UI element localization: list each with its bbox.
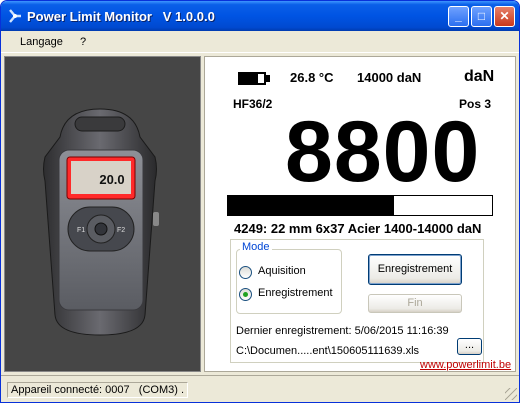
maximize-button[interactable]: □ <box>471 6 492 27</box>
load-progress-bar <box>227 195 493 216</box>
menu-bar: Langage ? <box>1 31 519 53</box>
capacity-readout: 14000 daN <box>357 70 422 85</box>
unit-label: daN <box>464 68 495 85</box>
mode-groupbox <box>236 249 342 314</box>
status-bar: Appareil connecté: 0007 (COM3) . <box>1 375 519 402</box>
svg-text:F1: F1 <box>77 227 85 234</box>
device-screen-value: 20.0 <box>99 172 124 187</box>
last-record-timestamp: Dernier enregistrement: 5/06/2015 11:16:… <box>236 325 449 337</box>
connection-status: Appareil connecté: 0007 (COM3) . <box>7 382 189 398</box>
menu-langage[interactable]: Langage <box>20 36 63 48</box>
close-button[interactable]: ✕ <box>494 6 515 27</box>
window-title: Power Limit Monitor V 1.0.0.0 <box>27 9 215 24</box>
svg-text:F2: F2 <box>117 227 125 234</box>
title-bar[interactable]: Power Limit Monitor V 1.0.0.0 _ □ ✕ <box>1 1 519 31</box>
radio-enregistrement-label[interactable]: Enregistrement <box>258 287 333 299</box>
radio-enregistrement[interactable] <box>239 288 252 301</box>
radio-aquisition-label[interactable]: Aquisition <box>258 265 306 277</box>
radio-aquisition[interactable] <box>239 266 252 279</box>
website-link[interactable]: www.powerlimit.be <box>420 359 511 371</box>
maximize-icon: □ <box>477 9 486 23</box>
browse-button[interactable]: ... <box>457 338 482 355</box>
device-image-panel: 20.0 F1 F2 <box>4 56 201 372</box>
menu-help[interactable]: ? <box>80 36 86 48</box>
force-value: 8800 <box>285 104 481 200</box>
app-window: Power Limit Monitor V 1.0.0.0 _ □ ✕ Lang… <box>0 0 520 403</box>
minimize-button[interactable]: _ <box>448 6 469 27</box>
minimize-icon: _ <box>455 9 462 23</box>
load-progress-fill <box>228 196 395 215</box>
close-icon: ✕ <box>499 9 510 23</box>
dynamometer-device-image: 20.0 F1 F2 <box>43 108 159 336</box>
mode-legend: Mode <box>240 241 272 253</box>
battery-level-fill <box>240 74 258 83</box>
resize-grip-icon[interactable] <box>505 388 517 400</box>
battery-tip <box>266 75 270 82</box>
record-file-path: C:\Documen.....ent\150605111639.xls <box>236 345 420 357</box>
radio-selected-dot <box>243 292 248 297</box>
sling-info: 4249: 22 mm 6x37 Acier 1400-14000 daN <box>234 221 482 236</box>
record-button[interactable]: Enregistrement <box>368 254 462 285</box>
temperature-readout: 26.8 °C <box>290 70 334 85</box>
app-logo-icon <box>9 9 21 23</box>
measurement-display: 26.8 °C 14000 daN daN HF36/2 Pos 3 8800 … <box>204 56 516 372</box>
device-model: HF36/2 <box>233 97 273 111</box>
battery-icon <box>238 72 266 85</box>
finish-button[interactable]: Fin <box>368 294 462 313</box>
